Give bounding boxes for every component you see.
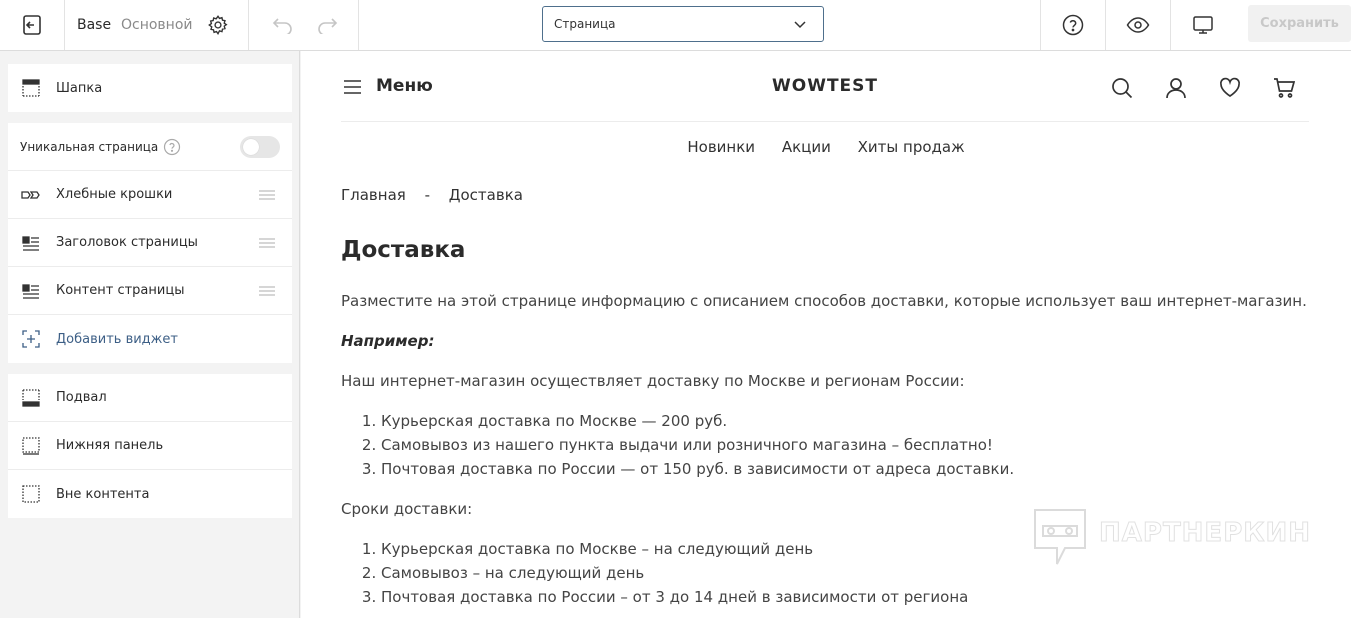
list-item: Почтовая доставка по России — от 150 руб… — [381, 457, 1321, 481]
theme-settings-button[interactable] — [205, 0, 231, 50]
exit-button[interactable] — [0, 0, 64, 50]
sidebar-item-footer[interactable]: Подвал — [8, 374, 292, 422]
theme-variant: Основной — [121, 17, 193, 33]
help-icon — [1062, 14, 1084, 36]
header-icon — [22, 79, 40, 97]
sidebar-item-label: Вне контента — [56, 486, 150, 502]
sidebar-item-label: Подвал — [56, 390, 107, 405]
toggle-knob — [243, 139, 259, 155]
redo-button[interactable] — [314, 0, 340, 50]
editor-toolbar: Base Основной Страница Сохранить — [0, 0, 1351, 51]
delivery-list: Курьерская доставка по Москве — 200 руб.… — [381, 409, 1321, 481]
redo-icon — [318, 18, 338, 34]
page-type-select-value: Страница — [554, 17, 616, 31]
unique-page-toggle[interactable] — [240, 136, 280, 158]
add-widget-icon — [22, 330, 40, 348]
site-nav: Новинки Акции Хиты продаж — [301, 138, 1351, 156]
watermark-logo-icon — [1034, 509, 1086, 565]
unique-page-label: Уникальная страница — [20, 138, 181, 156]
help-icon[interactable] — [163, 138, 181, 156]
content-paragraph: Разместите на этой странице информацию с… — [341, 292, 1307, 310]
sidebar-item-label: Хлебные крошки — [56, 187, 173, 202]
theme-name: Base — [77, 17, 112, 33]
page-content: Разместите на этой странице информацию с… — [341, 289, 1321, 618]
breadcrumb-home[interactable]: Главная — [341, 186, 406, 204]
search-icon[interactable] — [1111, 77, 1133, 99]
drag-handle-icon[interactable] — [258, 237, 276, 249]
outside-content-icon — [22, 485, 40, 503]
gear-icon — [208, 15, 228, 36]
page-content-icon — [22, 284, 39, 299]
sidebar-item-label: Контент страницы — [56, 283, 185, 298]
nav-item-sale[interactable]: Акции — [782, 138, 831, 156]
sidebar-item-label: Заголовок страницы — [56, 235, 198, 250]
widgets-sidebar: Шапка Уникальная страница Хлебные крошки — [0, 51, 300, 618]
sidebar-item-breadcrumbs[interactable]: Хлебные крошки — [8, 171, 292, 219]
heart-icon[interactable] — [1219, 77, 1241, 99]
sidebar-item-page-content[interactable]: Контент страницы — [8, 267, 292, 315]
exit-icon — [23, 15, 41, 35]
content-example-heading: Например: — [341, 332, 435, 350]
drag-handle-icon[interactable] — [258, 285, 276, 297]
nav-item-bestsellers[interactable]: Хиты продаж — [858, 138, 965, 156]
add-widget-label: Добавить виджет — [56, 331, 178, 347]
site-logo[interactable]: WOWTEST — [341, 76, 1309, 96]
bottom-panel-icon — [22, 437, 40, 455]
nav-item-new[interactable]: Новинки — [687, 138, 755, 156]
breadcrumbs-icon — [21, 191, 40, 199]
user-icon[interactable] — [1165, 77, 1187, 99]
sidebar-item-header[interactable]: Шапка — [8, 64, 292, 112]
list-item: Самовывоз из нашего пункта выдачи или ро… — [381, 433, 1321, 457]
undo-icon — [272, 18, 292, 34]
page-title-icon — [22, 236, 39, 251]
add-widget-button[interactable]: Добавить виджет — [8, 315, 292, 363]
breadcrumb: Главная - Доставка — [341, 186, 523, 204]
site-header: Меню WOWTEST — [341, 51, 1309, 122]
help-button[interactable] — [1041, 0, 1105, 50]
cart-icon[interactable] — [1273, 77, 1295, 99]
sidebar-item-outside-content[interactable]: Вне контента — [8, 470, 292, 518]
list-item: Почтовая доставка по России – от 3 до 14… — [381, 585, 1321, 609]
page-type-select[interactable]: Страница — [542, 6, 824, 42]
sidebar-item-label: Нижняя панель — [56, 438, 164, 453]
preview-button[interactable] — [1106, 0, 1170, 50]
content-paragraph: Наш интернет-магазин осуществляет достав… — [341, 372, 965, 390]
page-title: Доставка — [341, 237, 466, 263]
sidebar-item-page-title[interactable]: Заголовок страницы — [8, 219, 292, 267]
watermark-text: ПАРТНЕРКИН — [1098, 518, 1312, 549]
unique-page-row: Уникальная страница — [8, 123, 292, 171]
breadcrumb-separator: - — [424, 186, 430, 204]
sidebar-item-label: Шапка — [56, 80, 103, 96]
device-toggle-button[interactable] — [1171, 0, 1235, 50]
sidebar-item-bottom-panel[interactable]: Нижняя панель — [8, 422, 292, 470]
watermark: ПАРТНЕРКИН — [1033, 508, 1311, 566]
desktop-icon — [1193, 16, 1213, 34]
eye-icon — [1126, 17, 1150, 33]
header-panel: Шапка — [8, 64, 292, 112]
drag-handle-icon[interactable] — [258, 189, 276, 201]
footer-icon — [22, 389, 40, 407]
undo-button[interactable] — [270, 0, 296, 50]
list-item: Курьерская доставка по Москве — 200 руб. — [381, 409, 1321, 433]
unique-page-text: Уникальная страница — [20, 139, 159, 154]
breadcrumb-current: Доставка — [448, 186, 523, 204]
save-button[interactable]: Сохранить — [1248, 5, 1351, 42]
footer-panel: Подвал Нижняя панель Вне контента — [8, 374, 292, 518]
page-widgets-panel: Уникальная страница Хлебные крошки Загол… — [8, 123, 292, 363]
chevron-down-icon — [794, 21, 806, 29]
